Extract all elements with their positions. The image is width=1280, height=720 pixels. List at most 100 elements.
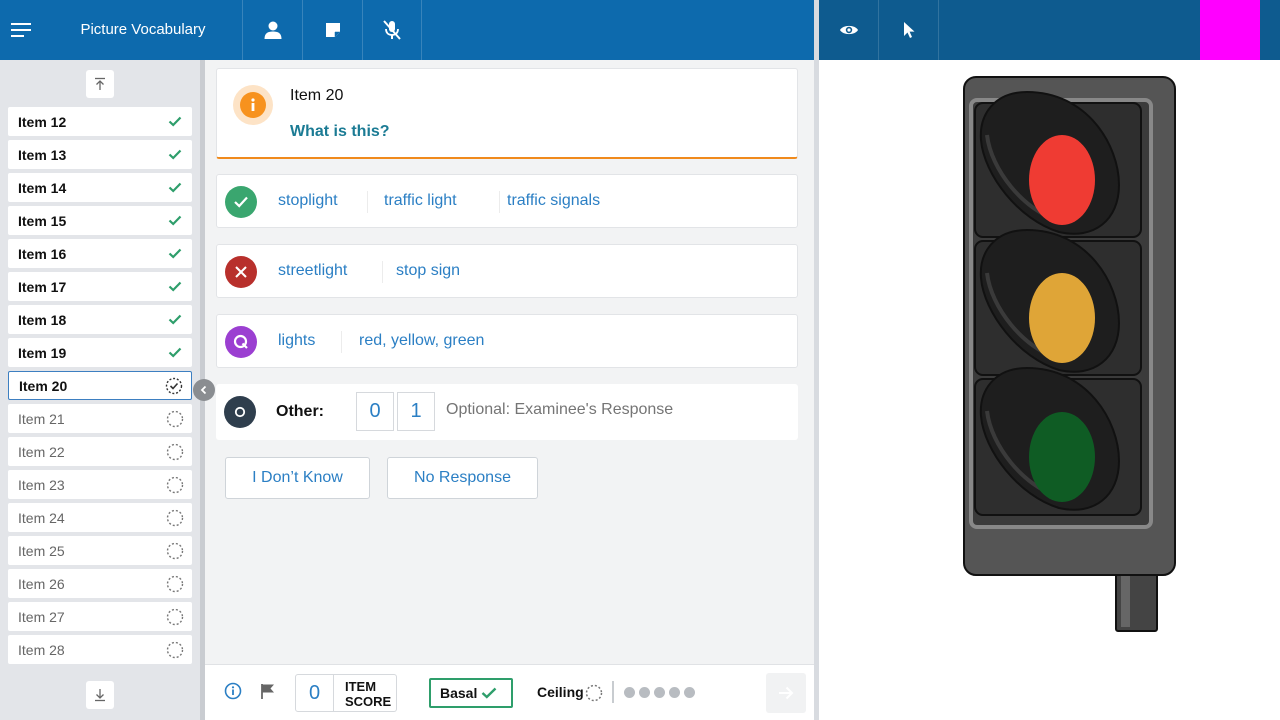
item-row[interactable]: Item 15 xyxy=(8,206,192,235)
correct-response-traffic-light[interactable]: traffic light xyxy=(384,192,457,210)
incorrect-score-button[interactable] xyxy=(225,256,257,288)
item-label: Item 22 xyxy=(18,443,65,460)
current-item-row[interactable]: Item 20 xyxy=(8,371,192,400)
check-icon xyxy=(162,211,188,231)
response-separator xyxy=(341,331,342,353)
check-icon xyxy=(234,196,248,208)
item-row[interactable]: Item 26 xyxy=(8,569,192,598)
query-response-lights[interactable]: lights xyxy=(278,332,315,350)
item-row[interactable]: Item 14 xyxy=(8,173,192,202)
item-label: Item 20 xyxy=(19,377,68,394)
query-button[interactable] xyxy=(225,326,257,358)
check-icon xyxy=(162,310,188,330)
item-label: Item 17 xyxy=(18,278,67,295)
incorrect-response-streetlight[interactable]: streetlight xyxy=(278,262,347,280)
collapse-sidebar-button[interactable] xyxy=(193,379,215,401)
item-label: Item 15 xyxy=(18,212,67,229)
scroll-top-button[interactable] xyxy=(86,70,114,98)
basal-label: Basal xyxy=(440,685,478,701)
check-icon xyxy=(162,244,188,264)
ceiling-progress-dot xyxy=(684,687,695,698)
pending-icon xyxy=(162,607,188,627)
basal-status: Basal xyxy=(429,678,513,708)
info-circle-icon xyxy=(224,682,242,700)
pending-icon xyxy=(162,475,188,495)
other-response-row: Other: 0 1 xyxy=(216,384,798,440)
item-row[interactable]: Item 28 xyxy=(8,635,192,664)
ceiling-progress-dot xyxy=(654,687,665,698)
item-row[interactable]: Item 12 xyxy=(8,107,192,136)
item-row[interactable]: Item 16 xyxy=(8,239,192,268)
item-info-button[interactable] xyxy=(224,682,242,705)
item-row[interactable]: Item 27 xyxy=(8,602,192,631)
item-row[interactable]: Item 19 xyxy=(8,338,192,367)
main-panel: Item 20 What is this? stoplight traffic … xyxy=(205,60,814,664)
item-label: Item 24 xyxy=(18,509,65,526)
pointer-icon xyxy=(903,22,914,38)
item-row[interactable]: Item 23 xyxy=(8,470,192,499)
item-score-label: ITEM SCORE xyxy=(334,674,397,712)
check-icon xyxy=(162,145,188,165)
arrow-right-icon xyxy=(779,686,794,700)
examinee-response-input[interactable] xyxy=(446,401,766,419)
mic-off-icon xyxy=(383,20,401,40)
examinee-button[interactable] xyxy=(242,0,302,60)
flag-icon xyxy=(261,684,274,699)
scroll-bottom-button[interactable] xyxy=(86,681,114,709)
mic-toggle-button[interactable] xyxy=(362,0,422,60)
item-row[interactable]: Item 24 xyxy=(8,503,192,532)
item-row[interactable]: Item 21 xyxy=(8,404,192,433)
item-label: Item 14 xyxy=(18,179,67,196)
check-icon xyxy=(162,112,188,132)
dont-know-button[interactable]: I Don’t Know xyxy=(225,457,370,499)
notes-button[interactable] xyxy=(302,0,362,60)
item-label: Item 23 xyxy=(18,476,65,493)
item-row[interactable]: Item 17 xyxy=(8,272,192,301)
pending-icon xyxy=(162,541,188,561)
stimulus-pane xyxy=(819,60,1280,720)
magenta-block xyxy=(1200,0,1260,60)
correct-score-button[interactable] xyxy=(225,186,257,218)
menu-button[interactable] xyxy=(0,0,44,60)
item-row[interactable]: Item 25 xyxy=(8,536,192,565)
note-icon xyxy=(325,23,340,37)
x-icon xyxy=(235,266,247,278)
incorrect-response-stop-sign[interactable]: stop sign xyxy=(396,262,460,280)
item-title: Item 20 xyxy=(290,87,344,104)
item-score-value: 0 xyxy=(295,674,334,712)
query-q-icon xyxy=(233,334,248,349)
app-title: Picture Vocabulary xyxy=(80,21,206,38)
pending-icon xyxy=(162,409,188,429)
arrow-down-to-bottom-icon xyxy=(95,689,105,702)
ceiling-progress-dot xyxy=(624,687,635,698)
item-sidebar: Item 12 Item 13 Item 14 Item 15 Item 16 Item … xyxy=(0,60,200,720)
item-row[interactable]: Item 18 xyxy=(8,305,192,334)
item-label: Item 12 xyxy=(18,113,67,130)
ceiling-label: Ceiling xyxy=(537,684,584,700)
item-info-badge xyxy=(233,85,273,125)
item-label: Item 18 xyxy=(18,311,67,328)
preview-button[interactable] xyxy=(819,0,879,60)
ceiling-progress-dot xyxy=(639,687,650,698)
other-score-1-button[interactable]: 1 xyxy=(397,392,435,431)
user-icon xyxy=(264,21,281,39)
correct-response-stoplight[interactable]: stoplight xyxy=(278,192,338,210)
traffic-light-image xyxy=(963,76,1176,632)
item-label: Item 21 xyxy=(18,410,65,427)
top-bar: Picture Vocabulary xyxy=(0,0,814,60)
next-item-button[interactable] xyxy=(766,673,806,713)
correct-response-traffic-signals[interactable]: traffic signals xyxy=(507,192,600,210)
query-response-red-yellow-green[interactable]: red, yellow, green xyxy=(359,332,484,350)
item-label: Item 25 xyxy=(18,542,65,559)
check-icon xyxy=(482,687,497,699)
item-label: Item 26 xyxy=(18,575,65,592)
item-row[interactable]: Item 13 xyxy=(8,140,192,169)
item-label: Item 13 xyxy=(18,146,67,163)
no-response-button[interactable]: No Response xyxy=(387,457,538,499)
other-score-0-button[interactable]: 0 xyxy=(356,392,394,431)
pointer-button[interactable] xyxy=(879,0,939,60)
item-row[interactable]: Item 22 xyxy=(8,437,192,466)
flag-item-button[interactable] xyxy=(259,682,277,705)
pending-icon xyxy=(162,508,188,528)
arrow-up-to-top-icon xyxy=(95,77,105,90)
